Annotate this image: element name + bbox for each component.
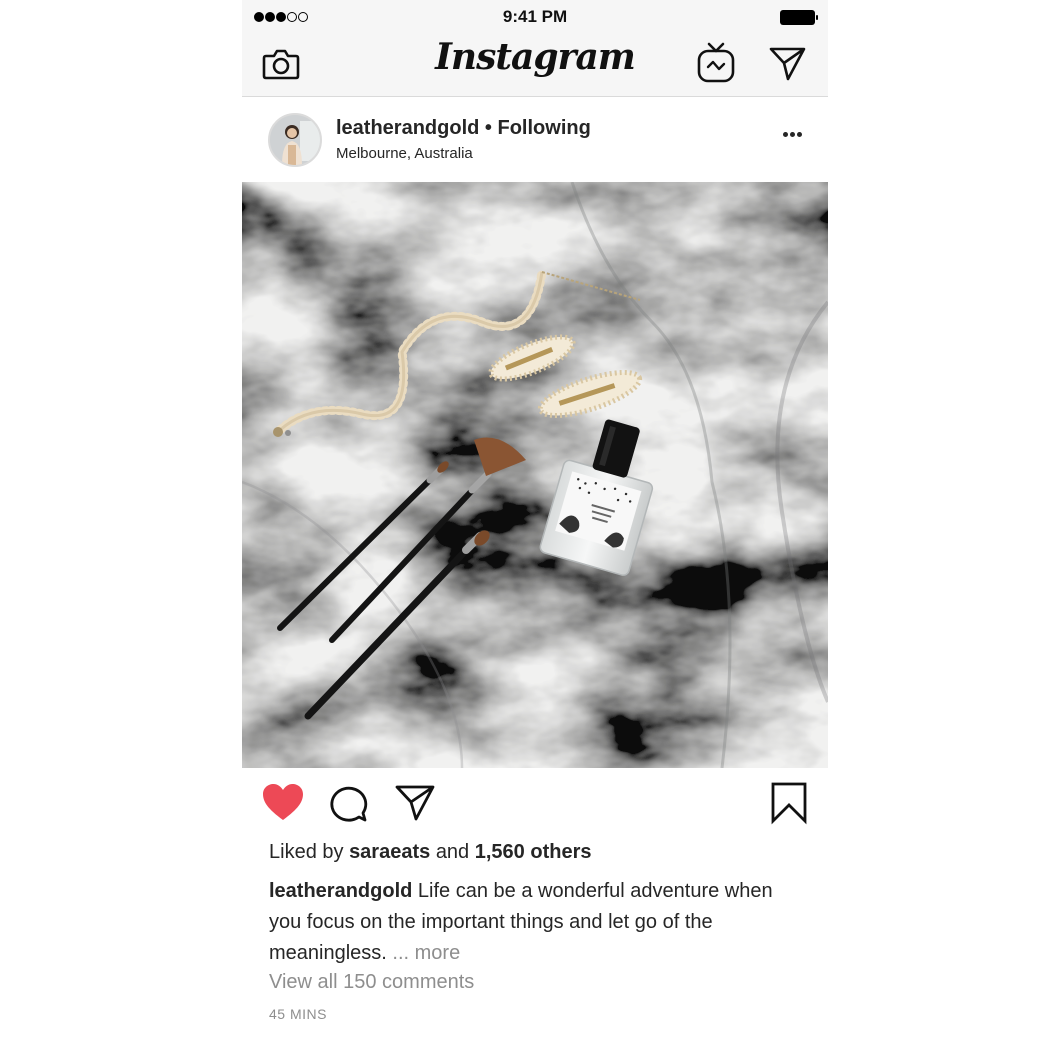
igtv-icon (697, 42, 735, 83)
post-caption: leatherandgold Life can be a wonderful a… (269, 876, 799, 969)
save-button[interactable] (766, 781, 812, 825)
more-options-button[interactable] (783, 132, 802, 137)
caption-more-link[interactable]: ... more (392, 942, 460, 964)
direct-message-icon (769, 47, 806, 81)
direct-message-button[interactable] (766, 43, 808, 83)
comment-button[interactable] (326, 781, 372, 825)
view-comments-link[interactable]: View all 150 comments (269, 971, 474, 994)
share-icon (395, 785, 435, 821)
liked-by-user[interactable]: saraeats (349, 841, 430, 863)
liked-by-and: and (435, 841, 470, 863)
status-time: 9:41 PM (502, 7, 568, 26)
more-dots-icon (783, 132, 788, 137)
post-header: leatherandgold • Following Melbourne, Au… (242, 98, 828, 182)
status-bar: 9:41 PM (242, 0, 828, 34)
photo-image (242, 182, 828, 768)
heart-icon (263, 784, 303, 820)
post-photo[interactable] (242, 182, 828, 768)
post-timestamp: 45 MINS (269, 1006, 327, 1022)
battery-icon (780, 10, 818, 25)
instagram-app: 9:41 PM Instagram leatherandgold • Follo… (242, 0, 828, 1038)
following-status[interactable]: Following (498, 117, 591, 139)
top-nav-bar: Instagram (242, 34, 828, 97)
liked-by-label: Liked by (269, 841, 344, 863)
avatar-image (270, 115, 320, 165)
likes-count[interactable]: 1,560 others (475, 841, 592, 863)
separator-dot: • (484, 117, 492, 139)
share-button[interactable] (392, 781, 438, 825)
post-username[interactable]: leatherandgold (336, 117, 479, 139)
instagram-logo: Instagram (435, 36, 636, 78)
likes-summary: Liked by saraeats and 1,560 others (269, 841, 591, 864)
caption-username[interactable]: leatherandgold (269, 880, 412, 902)
post-actions-bar (242, 768, 828, 838)
comment-icon (330, 786, 368, 822)
igtv-button[interactable] (695, 40, 737, 84)
avatar[interactable] (268, 113, 322, 167)
bookmark-icon (771, 782, 807, 825)
post-location[interactable]: Melbourne, Australia (336, 145, 591, 162)
like-button[interactable] (260, 781, 306, 825)
